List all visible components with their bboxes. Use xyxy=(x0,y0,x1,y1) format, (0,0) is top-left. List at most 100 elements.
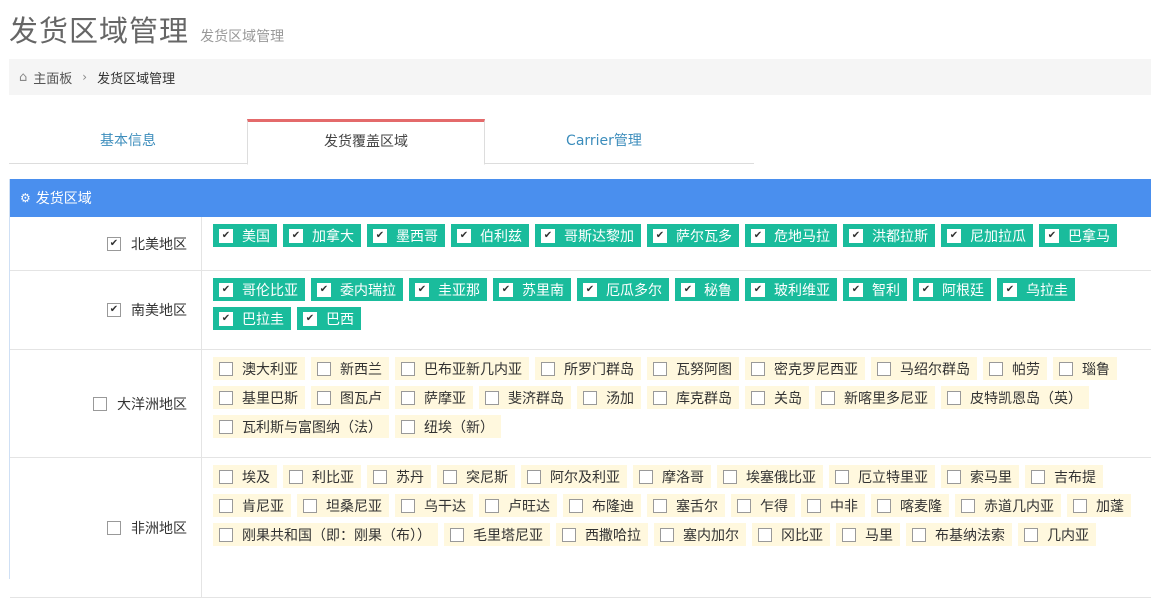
country-checkbox[interactable] xyxy=(401,361,415,376)
country-option[interactable]: 瓦利斯与富图纳（法） xyxy=(213,415,389,438)
country-option[interactable]: 玻利维亚 xyxy=(745,278,837,301)
country-checkbox[interactable] xyxy=(219,419,233,434)
country-option[interactable]: 图瓦卢 xyxy=(311,386,389,409)
country-checkbox[interactable] xyxy=(947,228,961,243)
country-option[interactable]: 赤道几内亚 xyxy=(955,494,1061,517)
country-checkbox[interactable] xyxy=(653,228,667,243)
country-option[interactable]: 厄瓜多尔 xyxy=(577,278,669,301)
country-checkbox[interactable] xyxy=(849,282,863,297)
country-checkbox[interactable] xyxy=(317,282,331,297)
country-option[interactable]: 马绍尔群岛 xyxy=(871,357,977,380)
country-checkbox[interactable] xyxy=(653,361,667,376)
country-option[interactable]: 巴西 xyxy=(297,307,361,330)
country-option[interactable]: 塞内加尔 xyxy=(654,523,746,546)
country-option[interactable]: 乌拉圭 xyxy=(997,278,1075,301)
country-checkbox[interactable] xyxy=(835,469,849,484)
country-option[interactable]: 厄立特里亚 xyxy=(829,465,935,488)
country-option[interactable]: 乍得 xyxy=(731,494,795,517)
country-checkbox[interactable] xyxy=(681,282,695,297)
country-checkbox[interactable] xyxy=(415,282,429,297)
country-option[interactable]: 萨尔瓦多 xyxy=(647,224,739,247)
country-checkbox[interactable] xyxy=(849,228,863,243)
country-checkbox[interactable] xyxy=(877,361,891,376)
country-checkbox[interactable] xyxy=(723,469,737,484)
country-option[interactable]: 委内瑞拉 xyxy=(311,278,403,301)
country-checkbox[interactable] xyxy=(919,282,933,297)
country-checkbox[interactable] xyxy=(807,498,821,513)
country-option[interactable]: 库克群岛 xyxy=(647,386,739,409)
country-option[interactable]: 毛里塔尼亚 xyxy=(444,523,550,546)
country-option[interactable]: 坦桑尼亚 xyxy=(297,494,389,517)
country-checkbox[interactable] xyxy=(961,498,975,513)
country-option[interactable]: 马里 xyxy=(836,523,900,546)
region-label[interactable]: 非洲地区 xyxy=(10,458,202,597)
country-checkbox[interactable] xyxy=(821,390,835,405)
country-option[interactable]: 卢旺达 xyxy=(479,494,557,517)
country-option[interactable]: 关岛 xyxy=(745,386,809,409)
country-option[interactable]: 瓦努阿图 xyxy=(647,357,739,380)
country-option[interactable]: 吉布提 xyxy=(1025,465,1103,488)
country-option[interactable]: 尼加拉瓜 xyxy=(941,224,1033,247)
country-option[interactable]: 乌干达 xyxy=(395,494,473,517)
country-option[interactable]: 帕劳 xyxy=(983,357,1047,380)
country-checkbox[interactable] xyxy=(541,228,555,243)
country-option[interactable]: 肯尼亚 xyxy=(213,494,291,517)
breadcrumb-home-link[interactable]: 主面板 xyxy=(33,68,72,87)
country-checkbox[interactable] xyxy=(639,469,653,484)
country-option[interactable]: 加拿大 xyxy=(283,224,361,247)
country-checkbox[interactable] xyxy=(289,469,303,484)
country-option[interactable]: 摩洛哥 xyxy=(633,465,711,488)
country-option[interactable]: 西撒哈拉 xyxy=(556,523,648,546)
country-option[interactable]: 阿根廷 xyxy=(913,278,991,301)
country-checkbox[interactable] xyxy=(583,282,597,297)
country-option[interactable]: 埃塞俄比亚 xyxy=(717,465,823,488)
country-option[interactable]: 美国 xyxy=(213,224,277,247)
country-checkbox[interactable] xyxy=(289,228,303,243)
country-checkbox[interactable] xyxy=(303,498,317,513)
country-checkbox[interactable] xyxy=(947,390,961,405)
country-option[interactable]: 塞舌尔 xyxy=(647,494,725,517)
country-option[interactable]: 布隆迪 xyxy=(563,494,641,517)
country-option[interactable]: 新喀里多尼亚 xyxy=(815,386,935,409)
country-option[interactable]: 秘鲁 xyxy=(675,278,739,301)
country-option[interactable]: 皮特凯恩岛（英） xyxy=(941,386,1089,409)
country-checkbox[interactable] xyxy=(401,498,415,513)
region-label[interactable]: 大洋洲地区 xyxy=(10,350,202,457)
country-checkbox[interactable] xyxy=(219,228,233,243)
country-option[interactable]: 哥伦比亚 xyxy=(213,278,305,301)
country-option[interactable]: 突尼斯 xyxy=(437,465,515,488)
country-option[interactable]: 危地马拉 xyxy=(745,224,837,247)
country-option[interactable]: 苏丹 xyxy=(367,465,431,488)
country-option[interactable]: 墨西哥 xyxy=(367,224,445,247)
tab-basic-info[interactable]: 基本信息 xyxy=(9,119,247,164)
country-checkbox[interactable] xyxy=(1045,228,1059,243)
country-option[interactable]: 智利 xyxy=(843,278,907,301)
country-checkbox[interactable] xyxy=(541,361,555,376)
country-option[interactable]: 洪都拉斯 xyxy=(843,224,935,247)
country-option[interactable]: 利比亚 xyxy=(283,465,361,488)
country-option[interactable]: 纽埃（新） xyxy=(395,415,501,438)
country-option[interactable]: 巴布亚新几内亚 xyxy=(395,357,529,380)
country-checkbox[interactable] xyxy=(317,390,331,405)
country-option[interactable]: 刚果共和国（即：刚果（布）） xyxy=(213,523,438,546)
country-checkbox[interactable] xyxy=(219,361,233,376)
country-checkbox[interactable] xyxy=(989,361,1003,376)
country-checkbox[interactable] xyxy=(450,527,464,542)
country-checkbox[interactable] xyxy=(457,228,471,243)
country-checkbox[interactable] xyxy=(877,498,891,513)
region-checkbox[interactable] xyxy=(93,396,107,411)
country-checkbox[interactable] xyxy=(219,527,233,542)
country-option[interactable]: 巴拿马 xyxy=(1039,224,1117,247)
country-option[interactable]: 冈比亚 xyxy=(752,523,830,546)
country-checkbox[interactable] xyxy=(1024,527,1038,542)
country-option[interactable]: 基里巴斯 xyxy=(213,386,305,409)
country-checkbox[interactable] xyxy=(583,390,597,405)
country-checkbox[interactable] xyxy=(1073,498,1087,513)
country-checkbox[interactable] xyxy=(219,282,233,297)
tab-carrier[interactable]: Carrier管理 xyxy=(485,119,723,164)
country-checkbox[interactable] xyxy=(758,527,772,542)
country-option[interactable]: 阿尔及利亚 xyxy=(521,465,627,488)
country-checkbox[interactable] xyxy=(912,527,926,542)
country-checkbox[interactable] xyxy=(751,361,765,376)
country-checkbox[interactable] xyxy=(303,311,317,326)
